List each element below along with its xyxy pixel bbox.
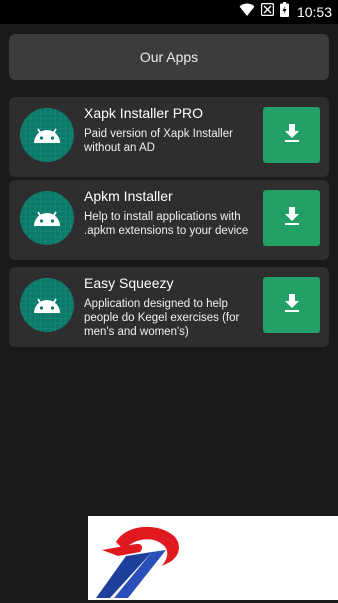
wifi-icon [239,3,255,22]
android-icon [20,278,74,332]
download-icon [284,293,300,317]
app-description: Help to install applications with .apkm … [84,211,249,237]
app-card-xapk-installer-pro: Xapk Installer PRO Paid version of Xapk … [9,97,329,177]
app-description: Paid version of Xapk Installer without a… [84,128,233,154]
app-title: Xapk Installer PRO [84,105,204,121]
status-time: 10:53 [296,4,332,20]
app-card-easy-squeezy: Easy Squeezy Application designed to hel… [9,267,329,347]
logo-icon [96,522,180,603]
status-icons: 10:53 [239,2,332,22]
app-card-apkm-installer: Apkm Installer Help to install applicati… [9,180,329,260]
android-icon [20,108,74,162]
download-icon [284,123,300,147]
download-button[interactable] [263,190,320,246]
download-icon [284,206,300,230]
download-button[interactable] [263,277,320,333]
battery-charging-icon [279,2,289,22]
ad-banner[interactable] [88,516,338,600]
app-title: Apkm Installer [84,188,173,204]
status-bar: 10:53 [0,0,338,24]
app-description: Application designed to help people do K… [84,298,240,338]
app-title: Easy Squeezy [84,275,174,291]
android-icon [20,191,74,245]
notification-icon [260,2,275,21]
download-button[interactable] [263,107,320,163]
page-title: Our Apps [9,34,329,80]
